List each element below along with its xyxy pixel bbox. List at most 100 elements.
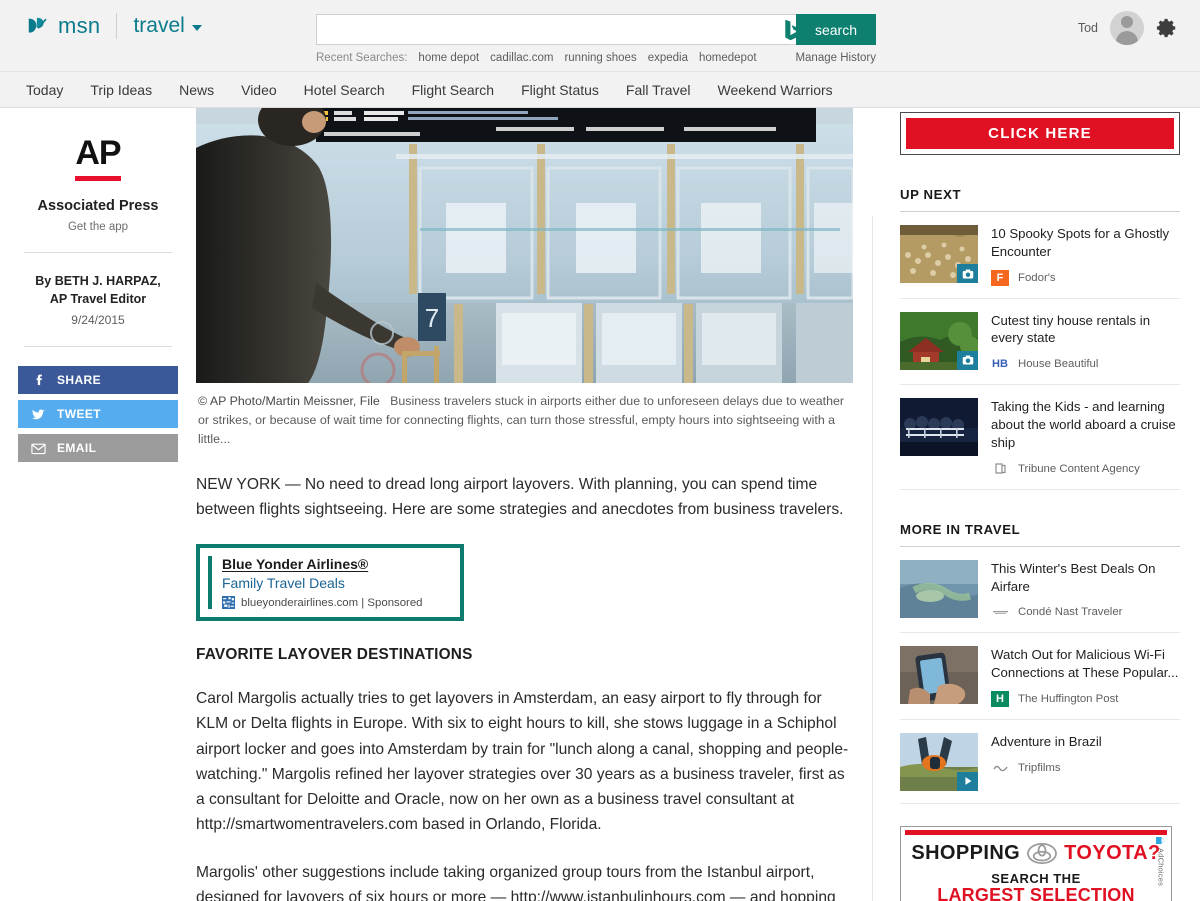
image-caption: © AP Photo/Martin Meissner, File Busines…: [196, 383, 853, 450]
sponsored-ad-title[interactable]: Blue Yonder Airlines®: [222, 556, 452, 572]
item-source-label: Tripfilms: [1018, 761, 1061, 774]
article-column: 7 © AP Photo/Martin Meissner, File Busin…: [196, 108, 872, 901]
hero-image[interactable]: 7: [196, 108, 853, 383]
left-rail-divider-2: [24, 346, 172, 348]
share-email-label: EMAIL: [57, 441, 97, 456]
click-here-button[interactable]: CLICK HERE: [906, 118, 1174, 149]
facebook-icon: [36, 374, 42, 385]
tribune-logo-icon: [991, 461, 1009, 477]
msn-butterfly-icon: [28, 17, 47, 33]
sponsored-ad-meta: blueyonderairlines.com | Sponsored: [222, 596, 452, 610]
vertical-selector[interactable]: travel: [133, 14, 202, 38]
article-paragraph-2: Carol Margolis actually tries to get lay…: [196, 690, 849, 834]
publisher-logo[interactable]: AP: [18, 136, 178, 181]
thumbnail: [900, 398, 978, 457]
nav-item-fall-travel[interactable]: Fall Travel: [626, 82, 691, 98]
toyota-emblem-icon: [1027, 842, 1057, 864]
share-twitter-label: TWEET: [57, 407, 101, 422]
item-title: Adventure in Brazil: [991, 733, 1102, 749]
get-the-app-link[interactable]: Get the app: [18, 221, 178, 233]
video-badge: [957, 771, 978, 791]
top-header-bar: msn travel search Recent Searches: home …: [0, 0, 1200, 72]
image-credit: © AP Photo/Martin Meissner, File: [198, 394, 380, 408]
publisher-name: Associated Press: [37, 198, 159, 214]
conde-nast-mark-icon: [992, 610, 1008, 614]
byline-line-1: By BETH J. HARPAZ,: [35, 274, 161, 288]
photo-badge: [957, 350, 978, 370]
ap-wordmark: AP: [75, 134, 121, 172]
toyota-ad-line3: LARGEST SELECTION: [937, 884, 1135, 901]
item-source-label: Condé Nast Traveler: [1018, 606, 1123, 619]
search-area: search Recent Searches: home depot cadil…: [316, 14, 876, 64]
adchoices[interactable]: AdChoices: [1153, 835, 1169, 886]
house-beautiful-logo-icon: HB: [992, 358, 1008, 371]
adchoices-icon: [1155, 836, 1165, 844]
toyota-ad-top-bar: [905, 829, 1167, 835]
promo-ad-box[interactable]: CLICK HERE: [900, 112, 1180, 155]
fodors-logo-icon: F: [991, 269, 1009, 286]
photo-icon: [962, 269, 973, 278]
sponsored-ad-subtitle[interactable]: Family Travel Deals: [222, 575, 452, 591]
thumbnail-art-coastline: [900, 559, 978, 618]
nav-item-trip-ideas[interactable]: Trip Ideas: [90, 82, 152, 98]
item-source-label: Tribune Content Agency: [1018, 462, 1140, 475]
chevron-down-icon: [191, 25, 202, 31]
nav-item-flight-status[interactable]: Flight Status: [521, 82, 599, 98]
byline-line-2: AP Travel Editor: [49, 292, 147, 307]
item-title: 10 Spooky Spots for a Ghostly Encounter: [991, 226, 1170, 259]
thumbnail: [900, 311, 978, 370]
nav-item-weekend-warriors[interactable]: Weekend Warriors: [718, 82, 833, 98]
sponsored-ad-url: blueyonderairlines.com | Sponsored: [241, 596, 423, 609]
thumbnail: [900, 646, 978, 705]
up-next-item-2[interactable]: Taking the Kids - and learning about the…: [900, 385, 1180, 490]
avatar[interactable]: [1110, 11, 1144, 45]
msn-logo-area[interactable]: msn travel: [26, 13, 202, 39]
recent-search-4[interactable]: homedepot: [699, 52, 757, 64]
left-rail-divider-1: [24, 252, 172, 253]
article-section-heading: FAVORITE LAYOVER DESTINATIONS: [196, 646, 473, 664]
thumbnail: [900, 225, 978, 283]
tribune-mark-icon: [994, 463, 1006, 474]
up-next-title: UP NEXT: [900, 187, 962, 202]
recent-search-0[interactable]: home depot: [418, 52, 479, 64]
recent-search-1[interactable]: cadillac.com: [490, 52, 553, 64]
nav-item-today[interactable]: Today: [26, 82, 63, 98]
sponsored-inline-ad[interactable]: Blue Yonder Airlines® Family Travel Deal…: [196, 544, 464, 622]
search-button[interactable]: search: [796, 14, 876, 45]
tripfilms-mark-icon: [992, 765, 1008, 772]
sponsored-ad-inner: Blue Yonder Airlines® Family Travel Deal…: [208, 556, 452, 610]
item-source: Tribune Content Agency: [991, 461, 1180, 477]
search-input[interactable]: [316, 14, 796, 45]
thumbnail: [900, 732, 978, 791]
more-in-travel-item-2[interactable]: Adventure in Brazil Tripfilms: [900, 720, 1180, 804]
toyota-ad[interactable]: SHOPPING TOYOTA? SEARCH THE LARGEST SELE…: [900, 825, 1172, 901]
up-next-item-0[interactable]: 10 Spooky Spots for a Ghostly Encounter …: [900, 212, 1180, 299]
share-twitter-button[interactable]: TWEET: [18, 400, 178, 429]
more-in-travel-item-0[interactable]: This Winter's Best Deals On Airfare Cond…: [900, 547, 1180, 634]
recent-search-3[interactable]: expedia: [648, 52, 688, 64]
item-body: Cutest tiny house rentals in every state…: [991, 312, 1180, 373]
nav-item-video[interactable]: Video: [241, 82, 277, 98]
manage-history-link[interactable]: Manage History: [795, 52, 876, 64]
left-rail: AP Associated Press Get the app By BETH …: [0, 108, 196, 901]
vertical-label: travel: [133, 14, 185, 37]
item-source-label: Fodor's: [1018, 271, 1056, 284]
nav-item-flight-search[interactable]: Flight Search: [412, 82, 494, 98]
share-buttons: SHARE TWEET EMAIL: [18, 366, 178, 463]
share-facebook-button[interactable]: SHARE: [18, 366, 178, 395]
msn-wordmark: msn: [58, 13, 101, 38]
item-source: F Fodor's: [991, 269, 1180, 286]
share-facebook-label: SHARE: [57, 373, 102, 388]
nav-item-news[interactable]: News: [179, 82, 214, 98]
recent-searches-row: Recent Searches: home depot cadillac.com…: [316, 52, 876, 64]
recent-search-2[interactable]: running shoes: [564, 52, 636, 64]
msn-travel-article-page: msn travel search Recent Searches: home …: [0, 0, 1200, 901]
up-next-item-1[interactable]: Cutest tiny house rentals in every state…: [900, 299, 1180, 386]
toyota-ad-headline-left: SHOPPING: [911, 841, 1021, 864]
more-in-travel-item-1[interactable]: Watch Out for Malicious Wi-Fi Connection…: [900, 633, 1180, 720]
huffington-post-logo-icon: H: [991, 690, 1009, 707]
share-email-button[interactable]: EMAIL: [18, 434, 178, 463]
item-source: H The Huffington Post: [991, 690, 1180, 707]
nav-item-hotel-search[interactable]: Hotel Search: [304, 82, 385, 98]
gear-icon[interactable]: [1156, 17, 1178, 39]
